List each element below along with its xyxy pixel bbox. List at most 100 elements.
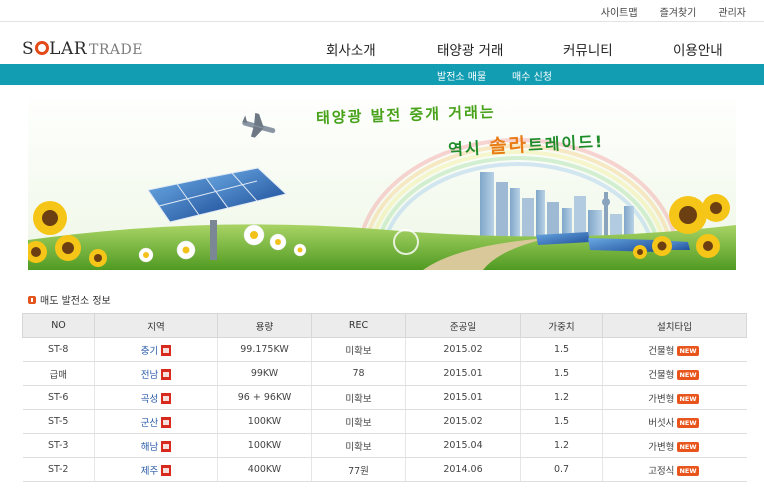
- install-type-text: 가변형: [648, 393, 675, 405]
- region-link[interactable]: 해남: [141, 442, 158, 453]
- cell-install-type: 고정식 NEW: [602, 457, 747, 482]
- cell-weight: 1.2: [520, 385, 603, 410]
- cell-capacity: 96 + 96KW: [217, 385, 312, 410]
- cell-region: 군산: [94, 409, 218, 434]
- new-badge: NEW: [677, 393, 699, 404]
- region-link[interactable]: 충기: [141, 346, 158, 357]
- utility-links: 사이트맵 즐겨찾기 관리자: [601, 4, 746, 19]
- cell-completion-date: 2015.04: [405, 433, 521, 458]
- nav-solar-trade[interactable]: 태양광 거래: [437, 39, 503, 59]
- region-link[interactable]: 곡성: [141, 394, 158, 405]
- cell-no: ST-2: [22, 457, 95, 482]
- col-header-weight: 가중치: [520, 313, 603, 338]
- col-header-region: 지역: [94, 313, 218, 338]
- cell-rec: 77원: [311, 457, 406, 482]
- col-header-install-type: 설치타입: [602, 313, 747, 338]
- cell-rec: 미확보: [311, 433, 406, 458]
- install-type-text: 버섯사: [648, 417, 675, 429]
- cell-rec: 78: [311, 361, 406, 386]
- table-row[interactable]: ST-6 곡성 96 + 96KW 미확보 2015.01 1.2 가변형 NEW: [22, 385, 747, 410]
- subnav-plant-listings[interactable]: 발전소 매물: [437, 68, 486, 83]
- pdf-icon[interactable]: [161, 368, 172, 380]
- main-nav: 회사소개 태양광 거래 커뮤니티 이용안내: [0, 39, 764, 59]
- cell-region: 해남: [94, 433, 218, 458]
- section-title-text: 매도 발전소 정보: [40, 296, 111, 307]
- table-row[interactable]: 급매 전남 99KW 78 2015.01 1.5 건물형 NEW: [22, 361, 747, 386]
- sub-nav: 발전소 매물 매수 신청: [0, 64, 764, 85]
- cell-capacity: 400KW: [217, 457, 312, 482]
- new-badge: NEW: [677, 417, 699, 428]
- cell-region: 전남: [94, 361, 218, 386]
- pdf-icon[interactable]: [161, 344, 172, 356]
- new-badge: NEW: [677, 441, 699, 452]
- cell-rec: 미확보: [311, 385, 406, 410]
- cell-completion-date: 2015.01: [405, 385, 521, 410]
- col-header-no: NO: [22, 313, 95, 338]
- plant-listing-table: NO 지역 용량 REC 준공일 가중치 설치타입 ST-8 충기 99.175…: [22, 313, 747, 482]
- site-header: S LAR TRADE 회사소개 태양광 거래 커뮤니티 이용안내: [0, 22, 764, 64]
- col-header-completion-date: 준공일: [405, 313, 521, 338]
- cell-install-type: 건물형 NEW: [602, 337, 747, 362]
- col-header-capacity: 용량: [217, 313, 312, 338]
- col-header-rec: REC: [311, 313, 406, 338]
- banner-slogan-part-c: 트레이드!: [527, 131, 605, 155]
- cell-weight: 1.5: [520, 337, 603, 362]
- nav-community[interactable]: 커뮤니티: [563, 39, 613, 59]
- pdf-icon[interactable]: [161, 392, 172, 404]
- cell-completion-date: 2015.02: [405, 409, 521, 434]
- new-badge: NEW: [677, 369, 699, 380]
- cell-completion-date: 2014.06: [405, 457, 521, 482]
- cell-region: 충기: [94, 337, 218, 362]
- new-badge: NEW: [677, 465, 699, 476]
- cell-weight: 0.7: [520, 457, 603, 482]
- cell-capacity: 100KW: [217, 409, 312, 434]
- pdf-icon[interactable]: [161, 440, 172, 452]
- install-type-text: 건물형: [648, 369, 675, 381]
- bullet-icon: [28, 295, 36, 304]
- cell-region: 곡성: [94, 385, 218, 410]
- pdf-icon[interactable]: [161, 416, 172, 428]
- cell-rec: 미확보: [311, 409, 406, 434]
- nav-guide[interactable]: 이용안내: [673, 39, 723, 59]
- new-badge: NEW: [677, 345, 699, 356]
- cell-weight: 1.5: [520, 409, 603, 434]
- cell-region: 제주: [94, 457, 218, 482]
- admin-link[interactable]: 관리자: [718, 4, 746, 19]
- region-link[interactable]: 군산: [141, 418, 158, 429]
- cell-install-type: 가변형 NEW: [602, 433, 747, 458]
- nav-company[interactable]: 회사소개: [326, 39, 376, 59]
- banner-slogan-part-a: 역시: [447, 137, 490, 160]
- cell-no: ST-5: [22, 409, 95, 434]
- cell-capacity: 99KW: [217, 361, 312, 386]
- cell-no: ST-8: [22, 337, 95, 362]
- pdf-icon[interactable]: [161, 464, 172, 476]
- cell-capacity: 100KW: [217, 433, 312, 458]
- banner-slogan-brand: 솔라: [488, 133, 529, 158]
- table-row[interactable]: ST-8 충기 99.175KW 미확보 2015.02 1.5 건물형 NEW: [22, 337, 747, 362]
- cell-no: ST-3: [22, 433, 95, 458]
- install-type-text: 가변형: [648, 441, 675, 453]
- cell-no: 급매: [22, 361, 95, 386]
- hero-banner: 태양광 발전 중개 거래는 역시 솔라트레이드!: [28, 90, 736, 270]
- bookmark-link[interactable]: 즐겨찾기: [660, 4, 697, 19]
- table-header-row: NO 지역 용량 REC 준공일 가중치 설치타입: [22, 313, 747, 338]
- utility-bar: 사이트맵 즐겨찾기 관리자: [0, 0, 764, 22]
- sitemap-link[interactable]: 사이트맵: [601, 4, 638, 19]
- cell-weight: 1.2: [520, 433, 603, 458]
- section-title: 매도 발전소 정보: [28, 292, 111, 307]
- install-type-text: 건물형: [648, 345, 675, 357]
- table-row[interactable]: ST-5 군산 100KW 미확보 2015.02 1.5 버섯사 NEW: [22, 409, 747, 434]
- cell-no: ST-6: [22, 385, 95, 410]
- cell-capacity: 99.175KW: [217, 337, 312, 362]
- install-type-text: 고정식: [648, 465, 675, 477]
- region-link[interactable]: 전남: [141, 370, 158, 381]
- subnav-buy-request[interactable]: 매수 신청: [512, 68, 552, 83]
- cell-install-type: 건물형 NEW: [602, 361, 747, 386]
- region-link[interactable]: 제주: [141, 466, 158, 477]
- cell-install-type: 가변형 NEW: [602, 385, 747, 410]
- cell-completion-date: 2015.02: [405, 337, 521, 362]
- cell-completion-date: 2015.01: [405, 361, 521, 386]
- cell-rec: 미확보: [311, 337, 406, 362]
- table-row[interactable]: ST-3 해남 100KW 미확보 2015.04 1.2 가변형 NEW: [22, 433, 747, 458]
- table-row[interactable]: ST-2 제주 400KW 77원 2014.06 0.7 고정식 NEW: [22, 457, 747, 482]
